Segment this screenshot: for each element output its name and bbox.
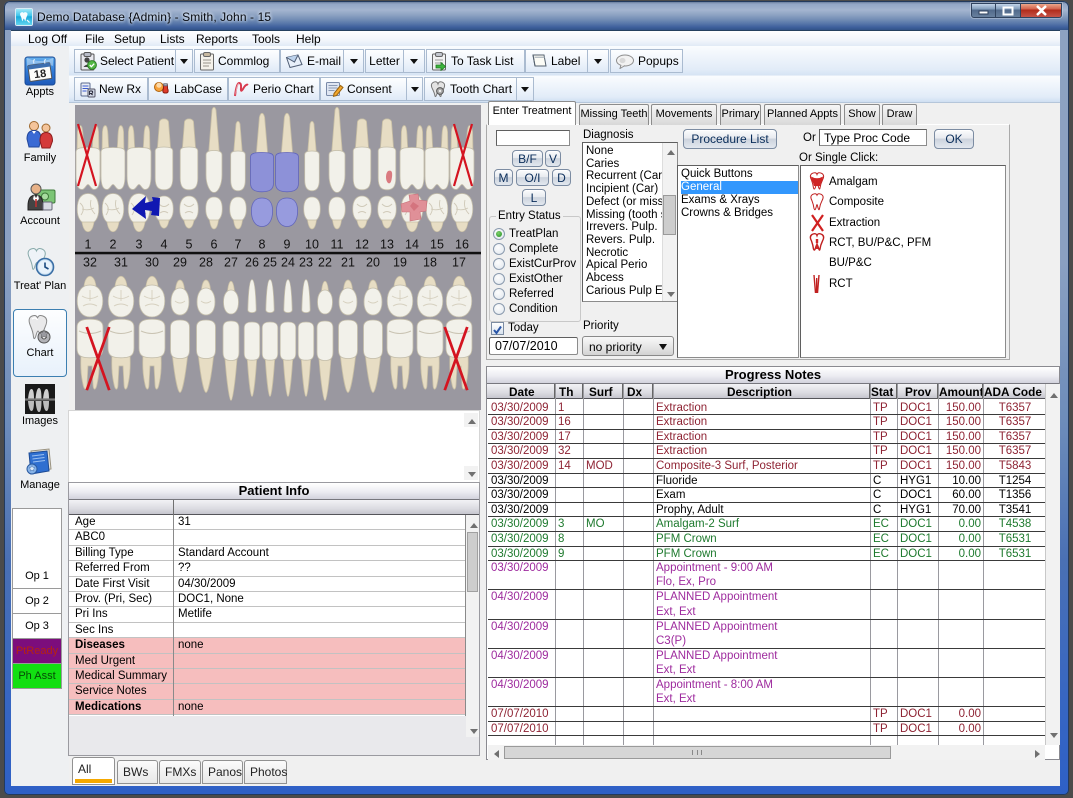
svg-text:5: 5: [186, 238, 193, 252]
svg-text:14: 14: [405, 238, 419, 252]
svg-text:1: 1: [85, 238, 92, 252]
svg-text:17: 17: [452, 256, 466, 270]
svg-text:22: 22: [318, 256, 332, 270]
svg-text:3: 3: [136, 238, 143, 252]
svg-text:8: 8: [259, 238, 266, 252]
svg-text:4: 4: [161, 238, 168, 252]
svg-text:12: 12: [355, 238, 369, 252]
svg-text:13: 13: [380, 238, 394, 252]
svg-text:2: 2: [110, 238, 117, 252]
svg-text:19: 19: [393, 256, 407, 270]
svg-text:7: 7: [235, 238, 242, 252]
svg-text:27: 27: [224, 256, 238, 270]
svg-text:6: 6: [211, 238, 218, 252]
svg-text:18: 18: [423, 256, 437, 270]
svg-text:29: 29: [173, 256, 187, 270]
svg-text:10: 10: [305, 238, 319, 252]
svg-text:26: 26: [245, 256, 259, 270]
svg-text:15: 15: [430, 238, 444, 252]
svg-text:31: 31: [114, 256, 128, 270]
svg-text:24: 24: [281, 256, 295, 270]
svg-text:11: 11: [331, 238, 344, 252]
svg-text:32: 32: [83, 256, 97, 270]
svg-text:28: 28: [199, 256, 213, 270]
svg-text:21: 21: [341, 256, 355, 270]
svg-text:23: 23: [299, 256, 313, 270]
svg-text:20: 20: [366, 256, 380, 270]
svg-text:25: 25: [263, 256, 277, 270]
svg-text:9: 9: [284, 238, 291, 252]
svg-text:16: 16: [455, 238, 469, 252]
svg-text:18: 18: [33, 68, 47, 82]
svg-text:30: 30: [145, 256, 159, 270]
